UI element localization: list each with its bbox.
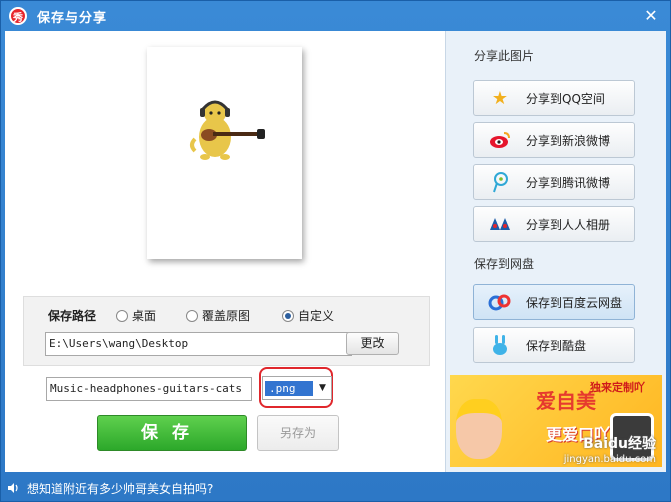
speaker-icon xyxy=(8,483,18,493)
cat-guitar-thumbnail xyxy=(190,100,265,160)
save-path-label: 保存路径 xyxy=(48,309,97,323)
ad-portrait-image xyxy=(456,399,502,459)
radio-label: 桌面 xyxy=(132,309,157,323)
share-panel: 分享此图片 ★ 分享到QQ空间 分享到新浪微博 分享到腾讯微博 分享到人人相册 … xyxy=(445,31,666,472)
renren-icon xyxy=(488,212,512,236)
share-button-label: 分享到腾讯微博 xyxy=(526,175,611,190)
radio-custom[interactable]: 自定义 xyxy=(282,307,334,324)
image-preview xyxy=(147,47,302,259)
save-kupan-button[interactable]: 保存到酷盘 xyxy=(473,327,635,363)
save-button[interactable]: 保存 xyxy=(97,415,247,451)
radio-label: 自定义 xyxy=(298,309,335,323)
cloud-button-label: 保存到酷盘 xyxy=(526,338,587,353)
cloud-section-title: 保存到网盘 xyxy=(474,257,535,271)
save-panel: 保存路径 桌面 覆盖原图 自定义 E:\Users\wang\Desktop 更… xyxy=(5,31,444,472)
radio-label: 覆盖原图 xyxy=(202,309,251,323)
advertisement-banner[interactable]: 爱自美 独来定制吖 更爱口吖 Baidu经验 jingyan.baidu.com xyxy=(450,375,662,467)
save-as-button[interactable]: 另存为 xyxy=(257,415,339,451)
save-path-input[interactable]: E:\Users\wang\Desktop xyxy=(45,332,352,356)
radio-button-icon xyxy=(116,309,128,322)
radio-button-selected-icon xyxy=(282,309,294,322)
status-link[interactable]: 想知道附近有多少帅哥美女自拍吗? xyxy=(27,480,213,497)
window-title: 保存与分享 xyxy=(37,10,108,26)
watermark-url: jingyan.baidu.com xyxy=(563,454,656,465)
share-renren-button[interactable]: 分享到人人相册 xyxy=(473,206,635,242)
change-path-button[interactable]: 更改 xyxy=(346,332,399,355)
share-section-title: 分享此图片 xyxy=(474,49,535,63)
sina-weibo-icon xyxy=(488,128,512,152)
baidu-cloud-icon xyxy=(488,290,512,314)
share-sina-weibo-button[interactable]: 分享到新浪微博 xyxy=(473,122,635,158)
watermark: Baidu经验 xyxy=(583,436,656,452)
share-button-label: 分享到新浪微博 xyxy=(526,133,611,148)
save-share-dialog: 秀 保存与分享 ✕ 保存路径 桌面 覆盖原图 自定义 E:\Users\wang… xyxy=(0,0,671,502)
kupan-rabbit-icon xyxy=(488,333,512,357)
close-icon[interactable]: ✕ xyxy=(642,7,660,25)
meitu-logo-icon: 秀 xyxy=(9,7,27,25)
radio-overwrite-original[interactable]: 覆盖原图 xyxy=(186,307,250,324)
dialog-body: 保存路径 桌面 覆盖原图 自定义 E:\Users\wang\Desktop 更… xyxy=(5,31,666,472)
tencent-weibo-icon xyxy=(488,170,512,194)
radio-desktop[interactable]: 桌面 xyxy=(116,307,156,324)
filename-input[interactable]: Music-headphones-guitars-cats xyxy=(46,377,252,401)
cloud-button-label: 保存到百度云网盘 xyxy=(526,295,623,310)
format-selected-value: .png xyxy=(265,380,313,396)
radio-button-icon xyxy=(186,309,198,322)
ad-headline: 爱自美 xyxy=(536,389,596,413)
share-tencent-weibo-button[interactable]: 分享到腾讯微博 xyxy=(473,164,635,200)
save-path-group: 保存路径 桌面 覆盖原图 自定义 E:\Users\wang\Desktop 更… xyxy=(23,296,430,366)
share-qzone-button[interactable]: ★ 分享到QQ空间 xyxy=(473,80,635,116)
triangle-down-icon[interactable]: ▼ xyxy=(319,383,326,393)
qzone-star-icon: ★ xyxy=(491,87,509,109)
status-bar: 想知道附近有多少帅哥美女自拍吗? xyxy=(1,474,670,502)
ad-tag: 独来定制吖 xyxy=(590,381,645,394)
share-button-label: 分享到QQ空间 xyxy=(526,91,605,106)
format-select[interactable]: .png ▼ xyxy=(262,376,332,400)
save-baidu-cloud-button[interactable]: 保存到百度云网盘 xyxy=(473,284,635,320)
title-bar: 秀 保存与分享 ✕ xyxy=(1,1,670,31)
share-button-label: 分享到人人相册 xyxy=(526,217,611,232)
